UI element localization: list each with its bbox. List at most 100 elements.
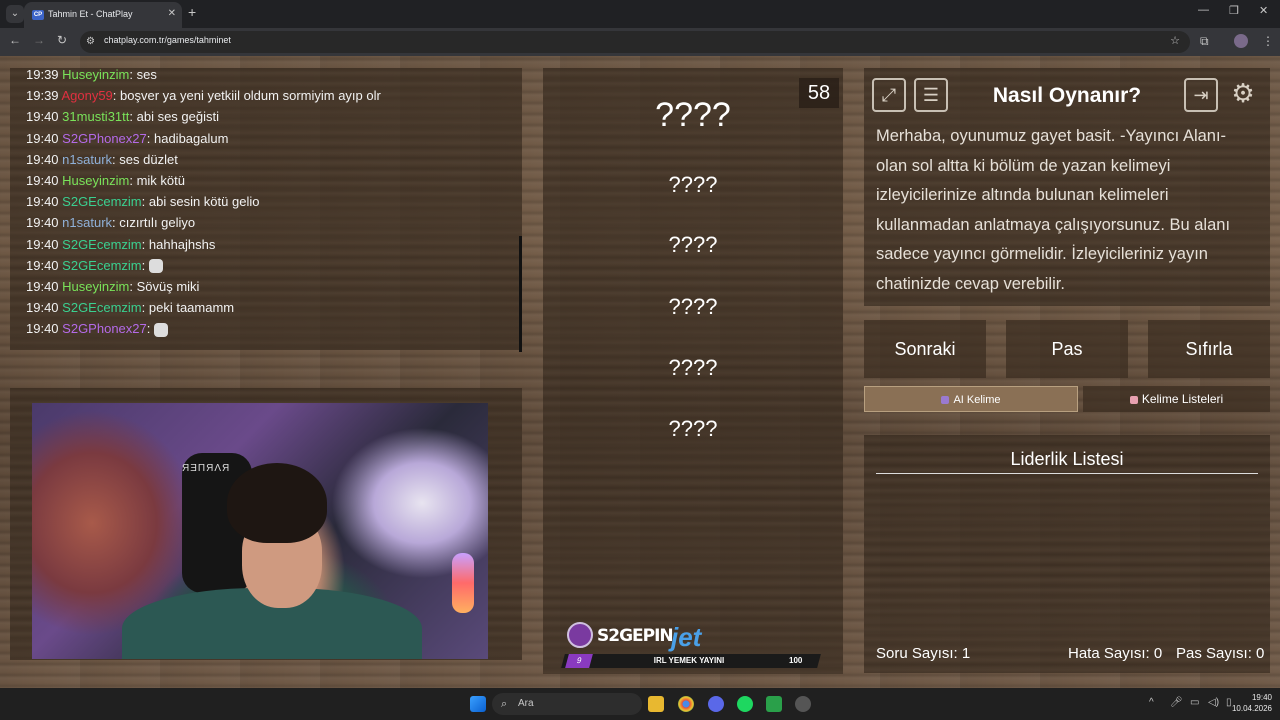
address-bar[interactable]: ⚙ chatplay.com.tr/games/tahminet ☆ [80,31,1190,53]
streamer-hair [227,463,327,543]
chat-message: 19:40 S2GPhonex27: [26,318,506,339]
forbidden-word: ???? [668,355,718,380]
chat-message: 19:40 S2GEcemzim: [26,255,506,276]
new-tab-icon[interactable]: + [188,4,196,20]
settings-gear-icon[interactable]: ⚙ [1226,78,1260,112]
chat-username[interactable]: S2GEcemzim [62,194,141,209]
discord-icon[interactable] [708,696,724,712]
chat-panel: 19:39 Huseyinzim: ses 19:39 Agony59: boşv… [10,67,522,352]
chat-text: hahhajhshs [148,236,216,252]
s2gepin-logo-icon [567,622,593,648]
browser-tab[interactable]: CP Tahmin Et - ChatPlay ✕ [24,2,182,28]
chat-username[interactable]: Huseyinzim [62,279,129,294]
battery-icon[interactable]: ▯ [1226,697,1232,708]
stream-title: IRL YEMEK YAYINI [653,656,725,665]
settings-app-icon[interactable] [795,696,811,712]
chat-username[interactable]: S2GEcemzim [62,237,141,252]
chat-message: 19:39 Huseyinzim: ses [26,64,506,85]
ai-word-button[interactable]: AI Kelime [864,386,1078,412]
minimize-icon[interactable]: — [1198,4,1209,16]
chat-timestamp: 19:40 [26,172,59,188]
word-lists-button[interactable]: Kelime Listeleri [1083,386,1270,412]
chat-separator: : [141,236,149,252]
forward-icon[interactable]: → [33,33,45,47]
chat-message-list: 19:39 Huseyinzim: ses 19:39 Agony59: boşv… [26,64,506,339]
back-icon[interactable]: ← [9,33,21,47]
spotify-icon[interactable] [737,696,753,712]
chat-username[interactable]: Huseyinzim [62,67,129,82]
level-badge: 9 [565,654,593,668]
chat-timestamp: 19:40 [26,151,59,167]
chat-separator: : [141,300,149,316]
microphone-icon[interactable]: 🎤︎ [1170,697,1183,708]
chat-username[interactable]: S2GEcemzim [62,300,141,315]
chat-username[interactable]: Huseyinzim [62,173,129,188]
chrome-icon[interactable] [678,696,694,712]
tab-title: Tahmin Et - ChatPlay [48,9,133,19]
chat-username[interactable]: Agony59 [61,88,112,103]
chat-text: mik kötü [136,172,185,188]
chat-timestamp: 19:40 [26,194,59,210]
bookmark-star-icon[interactable]: ☆ [1170,34,1180,47]
windows-start-icon[interactable] [470,696,486,712]
chat-separator: : [141,257,149,273]
exit-icon[interactable]: ⇥ [1184,78,1218,112]
chat-timestamp: 19:40 [26,278,59,294]
divider [876,473,1258,474]
chat-username[interactable]: n1saturk [62,152,112,167]
maximize-icon[interactable]: ❐ [1229,4,1239,17]
rgb-lamp [452,553,474,613]
network-icon[interactable]: ▭ [1190,697,1199,708]
reload-icon[interactable]: ↻ [57,33,67,47]
site-info-icon[interactable]: ⚙ [86,36,98,48]
chat-username[interactable]: 31musti31tt [62,109,129,124]
menu-icon[interactable]: ⋮ [1262,34,1274,48]
volume-icon[interactable]: ◁) [1208,697,1219,708]
tab-close-icon[interactable]: ✕ [168,2,176,26]
chat-text: Sövüş miki [136,278,200,294]
tab-search-dropdown-icon[interactable]: ⌄ [6,5,24,23]
file-explorer-icon[interactable] [648,696,664,712]
chat-timestamp: 19:40 [26,109,59,125]
chat-username[interactable]: S2GEcemzim [62,258,141,273]
next-button[interactable]: Sonraki [864,320,986,378]
clock-time: 19:40 [1251,693,1272,702]
chat-scrollbar[interactable] [519,236,522,352]
url-text: chatplay.com.tr/games/tahminet [104,35,231,45]
search-icon: ⌕ [501,698,508,710]
chat-timestamp: 19:40 [26,130,59,146]
leaderboard-title: Liderlik Listesi [1010,449,1124,469]
sponsor-overlay: S2GEPIN jet 9 IRL YEMEK YAYINI 100 [561,620,823,672]
pass-button[interactable]: Pas [1006,320,1128,378]
chat-separator: : [129,172,137,188]
chat-separator: : [129,67,137,82]
webcam-video: ЯƎΠЯΛЯ [32,403,488,659]
extensions-icon[interactable]: ⧉ [1200,34,1209,49]
profile-avatar[interactable] [1234,34,1248,48]
chat-message: 19:40 S2GEcemzim: hahhajhshs [26,234,506,255]
chat-username[interactable]: S2GPhonex27 [62,131,147,146]
emote-icon [148,259,163,274]
target-word: ???? [655,96,731,134]
chatplay-favicon-icon: CP [32,10,44,20]
chat-message: 19:40 31musti31tt: abi ses geğisti [26,106,506,127]
pass-count: Pas Sayısı: 0 [1176,645,1265,662]
chat-username[interactable]: n1saturk [62,215,112,230]
browser-tab-bar: ⌄ CP Tahmin Et - ChatPlay ✕ + — ❐ ✕ [0,0,1280,28]
chat-text: abi ses geğisti [136,109,219,125]
window-close-icon[interactable]: ✕ [1259,4,1268,17]
chat-text: ses düzlet [119,151,178,167]
error-count: Hata Sayısı: 0 [1068,645,1163,662]
chat-username[interactable]: S2GPhonex27 [62,321,147,336]
taskbar-search[interactable]: ⌕ Ara [492,693,642,715]
taskbar-clock[interactable]: 19:40 10.04.2026 [1232,692,1272,714]
kick-icon[interactable] [766,696,782,712]
reset-button[interactable]: Sıfırla [1148,320,1270,378]
word-lists-label: Kelime Listeleri [1141,392,1224,406]
chat-text: cızırtılı geliyo [119,215,196,231]
tray-chevron-icon[interactable]: ^ [1149,697,1154,708]
question-count: Soru Sayısı: 1 [876,645,971,662]
chat-timestamp: 19:40 [26,300,59,316]
stream-counter: 100 [789,656,803,665]
chat-message: 19:40 S2GEcemzim: abi sesin kötü gelio [26,191,506,212]
